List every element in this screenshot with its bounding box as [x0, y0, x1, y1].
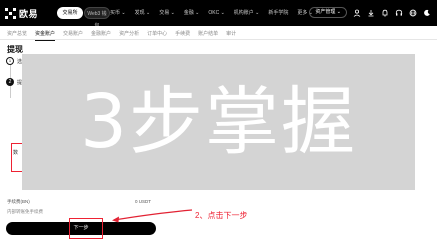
assets-subnav: 资产总览 资金账户 交易账户 金融账户 资产分析 订单中心 手续费 账户结单 审… — [0, 26, 437, 41]
step-1-indicator: 1 — [6, 57, 14, 65]
subnav-audit[interactable]: 审计 — [226, 30, 236, 37]
nav-okc[interactable]: OKC ⌄ — [208, 9, 224, 17]
tab-web3-wallet[interactable]: Web3 钱包 — [84, 7, 110, 29]
nav-discover[interactable]: 发现 ⌄ — [135, 9, 151, 17]
subnav-fees[interactable]: 手续费 — [175, 30, 190, 37]
overlay-title: 3步掌握 — [79, 79, 358, 165]
top-navbar: 欧易 交易所 Web3 钱包 买币 ⌄ 发现 ⌄ 交易 ⌄ 金融 ⌄ OKC ⌄… — [0, 0, 437, 29]
globe-icon[interactable] — [409, 9, 417, 17]
subnav-asset-analysis[interactable]: 资产分析 — [119, 30, 139, 37]
tutorial-overlay: 3步掌握 — [22, 54, 415, 190]
annotation-text: 2、点击下一步 — [195, 211, 248, 220]
fee-label: 手续费(BN) — [7, 199, 30, 204]
logo-icon — [5, 7, 16, 19]
subnav-overview[interactable]: 资产总览 — [7, 30, 27, 37]
nav-learn[interactable]: 新手学院 — [268, 9, 288, 17]
annotation-arrow-icon — [112, 209, 193, 223]
page-title: 提现 — [7, 45, 23, 54]
bell-icon[interactable] — [381, 9, 389, 17]
subnav-trading-account[interactable]: 交易账户 — [63, 30, 83, 37]
download-icon[interactable] — [367, 9, 375, 17]
subnav-funding-account[interactable]: 资金账户 — [35, 30, 56, 41]
tab-exchange[interactable]: 交易所 — [57, 7, 83, 19]
headset-icon[interactable] — [395, 9, 403, 17]
nav-trade[interactable]: 交易 ⌄ — [159, 9, 175, 17]
okx-logo[interactable]: 欧易 — [5, 6, 38, 20]
nav-finance[interactable]: 金融 ⌄ — [184, 9, 200, 17]
next-button-highlight — [69, 218, 103, 239]
step-2-indicator: 2 — [6, 78, 14, 86]
subnav-order-center[interactable]: 订单中心 — [147, 30, 167, 37]
theme-toggle-icon[interactable] — [423, 9, 431, 17]
fee-value: 0 USDT — [135, 199, 152, 204]
nav-institutional[interactable]: 机构账户 ⌄ — [234, 9, 260, 17]
user-icon[interactable] — [353, 9, 361, 17]
fee-note: 内部转账免手续费 — [7, 209, 43, 214]
asset-management-button[interactable]: 资产管理 ⌄ — [309, 7, 347, 18]
subnav-statements[interactable]: 账户结单 — [198, 30, 218, 37]
nav-buy-crypto[interactable]: 买币 ⌄ — [110, 9, 126, 17]
logo-text: 欧易 — [19, 8, 39, 19]
subnav-finance-account[interactable]: 金融账户 — [91, 30, 111, 37]
